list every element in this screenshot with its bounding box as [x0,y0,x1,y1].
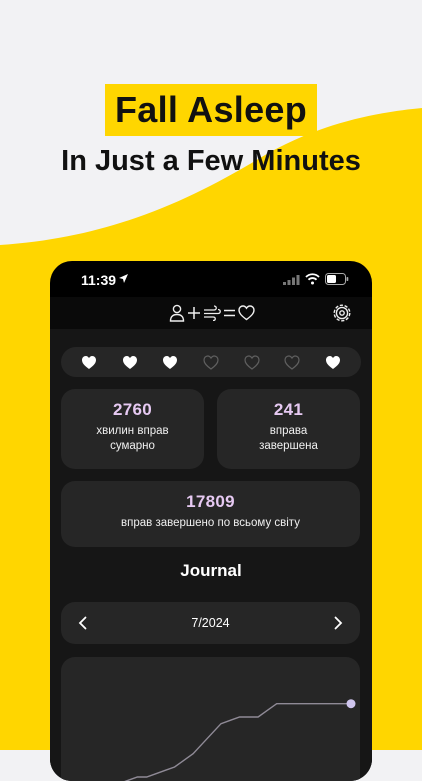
headline-primary: Fall Asleep [0,84,422,136]
stat-label-line: хвилин вправ [96,425,169,437]
chart-series-line [124,703,351,781]
battery-icon [325,273,349,285]
journal-chart-card [61,657,360,781]
app-header [50,297,372,329]
status-bar: 11:39 [50,261,372,297]
heart-filled-icon [163,355,178,369]
heart-empty-icon [203,354,219,370]
chevron-right-icon[interactable] [330,615,346,631]
heart-empty-icon [244,354,260,370]
global-stat-value: 17809 [186,492,235,511]
heart-filled-icon [122,355,137,369]
stat-card-minutes: 2760 хвилин вправ сумарно [61,389,204,469]
signal-icon [283,275,300,285]
stat-value: 2760 [112,400,153,419]
headline-secondary: In Just a Few Minutes [61,145,361,177]
stat-label: хвилин вправ сумарно [61,424,204,454]
weekly-hearts-bar [61,347,361,377]
heart-filled-icon [325,355,340,369]
heart-empty-icon [284,354,300,370]
stat-label: вправа завершена [217,424,360,454]
main-content: 2760 хвилин вправ сумарно 241 вправа зав… [50,329,372,781]
stat-label-line: сумарно [110,440,155,452]
stat-value: 241 [273,400,304,419]
journal-line-chart [124,699,356,781]
stat-label-line: вправа [269,425,308,437]
stat-card-exercises: 241 вправа завершена [217,389,360,469]
chart-last-point [346,699,356,709]
status-time: 11:39 [81,272,117,288]
heart-outline-icon [238,305,255,321]
wifi-icon [305,273,320,285]
global-stat-label: вправ завершено по всьому світу [121,517,300,529]
wind-icon [204,305,221,321]
month-selector: 7/2024 [61,602,360,644]
location-arrow-icon [119,274,128,283]
person-icon [169,304,185,322]
month-label: 7/2024 [191,616,230,630]
equals-icon [224,309,235,317]
plus-icon [188,307,200,319]
heart-filled-icon [82,355,96,369]
formula-icon-group [169,303,255,323]
stat-label-line: завершена [259,440,318,452]
stat-card-global: 17809 вправ завершено по всьому світу [61,481,360,547]
phone-frame: 11:39 2760 хвилин вправ сумарно 241 впра… [50,261,372,781]
journal-title: Journal [180,561,242,580]
gear-icon[interactable] [332,303,352,323]
headline-highlight: Fall Asleep [104,84,318,136]
